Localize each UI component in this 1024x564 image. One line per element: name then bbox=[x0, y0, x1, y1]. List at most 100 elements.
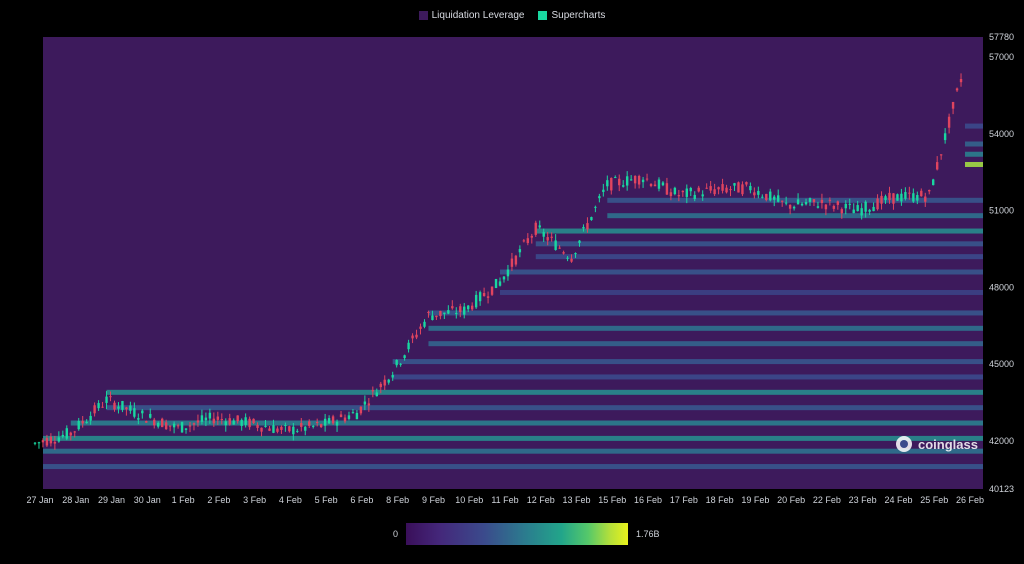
candle-body bbox=[618, 178, 621, 186]
x-tick-label: 1 Feb bbox=[172, 495, 195, 505]
candle-body bbox=[81, 420, 84, 424]
candle-body bbox=[622, 185, 625, 187]
x-tick-label: 17 Feb bbox=[670, 495, 698, 505]
legend-item-liquidation-leverage[interactable]: Liquidation Leverage bbox=[418, 10, 524, 21]
candle-body bbox=[323, 418, 327, 426]
candle-body bbox=[105, 396, 108, 403]
candle-body bbox=[498, 281, 502, 286]
candle-body bbox=[649, 183, 653, 187]
liquidation-band bbox=[428, 341, 983, 347]
candle-body bbox=[510, 258, 514, 267]
candle-body bbox=[614, 177, 617, 179]
candle-body bbox=[180, 422, 184, 433]
liquidation-heatmap-chart: 57780 57000 54000 51000 48000 45000 42000 40123… bbox=[26, 32, 1014, 505]
candle-body bbox=[804, 202, 808, 205]
candle-body bbox=[522, 240, 526, 242]
candle-body bbox=[232, 420, 235, 425]
candle-body bbox=[506, 269, 510, 277]
candle-body bbox=[598, 196, 601, 199]
candle-body bbox=[673, 187, 677, 195]
candle-body bbox=[852, 209, 855, 214]
candle-body bbox=[304, 426, 307, 431]
candle-body bbox=[606, 180, 609, 187]
x-tick-label: 25 Feb bbox=[920, 495, 948, 505]
candle-body bbox=[482, 293, 486, 297]
liquidation-band bbox=[500, 289, 983, 295]
candle-body bbox=[669, 192, 673, 197]
candle-body bbox=[749, 185, 752, 191]
liquidation-band bbox=[500, 269, 983, 275]
candle-body bbox=[351, 412, 355, 414]
candle-body bbox=[252, 418, 255, 424]
candle-body bbox=[836, 201, 840, 205]
candle-body bbox=[753, 192, 756, 196]
candle-body bbox=[725, 187, 728, 193]
candle-body bbox=[951, 102, 955, 109]
candle-body bbox=[347, 415, 351, 419]
candle-body bbox=[268, 428, 271, 431]
candle-body bbox=[912, 193, 915, 202]
x-tick-label: 28 Jan bbox=[62, 495, 89, 505]
candle-body bbox=[300, 423, 303, 427]
chart-legend: Liquidation Leverage Supercharts bbox=[0, 10, 1024, 21]
candle-body bbox=[121, 400, 124, 410]
x-tick-label: 3 Feb bbox=[243, 495, 266, 505]
candle-body bbox=[288, 426, 291, 432]
candle-body bbox=[637, 175, 641, 185]
candle-body bbox=[69, 432, 72, 436]
candle-body bbox=[315, 421, 319, 424]
x-tick-label: 12 Feb bbox=[527, 495, 555, 505]
candle-body bbox=[133, 408, 136, 417]
candle-body bbox=[443, 312, 446, 314]
liquidation-band bbox=[535, 228, 983, 234]
y-tick-label: 45000 bbox=[989, 359, 1014, 369]
candle-body bbox=[264, 425, 267, 428]
candle-body bbox=[85, 422, 88, 424]
candle-body bbox=[447, 310, 450, 314]
candle-body bbox=[534, 222, 537, 235]
candle-body bbox=[856, 205, 859, 212]
candle-body bbox=[594, 206, 597, 208]
candle-body bbox=[117, 406, 120, 409]
candle-body bbox=[602, 189, 605, 192]
colorbar-min-label: 0 bbox=[393, 529, 399, 539]
candle-body bbox=[168, 425, 172, 427]
candle-body bbox=[868, 209, 871, 212]
x-tick-label: 16 Feb bbox=[634, 495, 662, 505]
candle-body bbox=[832, 205, 836, 209]
candle-body bbox=[578, 240, 581, 243]
colorbar: 0 1.76B bbox=[0, 522, 1024, 546]
candle-body bbox=[757, 190, 760, 195]
candle-body bbox=[955, 88, 959, 91]
candle-body bbox=[208, 412, 212, 419]
candle-body bbox=[947, 116, 951, 128]
candle-body bbox=[494, 278, 498, 288]
candle-body bbox=[204, 417, 208, 421]
liquidation-band bbox=[428, 310, 983, 316]
candle-body bbox=[840, 209, 843, 214]
liquidation-band bbox=[43, 448, 983, 454]
colorbar-gradient bbox=[406, 523, 628, 545]
candle-body bbox=[816, 206, 820, 208]
candle-body bbox=[49, 436, 53, 444]
candle-body bbox=[892, 193, 895, 204]
candle-body bbox=[935, 162, 939, 170]
candle-body bbox=[93, 405, 96, 414]
candle-body bbox=[800, 203, 804, 206]
candle-body bbox=[570, 258, 573, 262]
liquidation-band bbox=[392, 374, 983, 380]
candle-body bbox=[872, 206, 875, 212]
y-tick-label: 51000 bbox=[989, 206, 1014, 216]
candle-body bbox=[129, 405, 132, 411]
candle-body bbox=[359, 406, 363, 414]
liquidation-band bbox=[535, 241, 983, 247]
candle-body bbox=[478, 292, 482, 302]
candle-body bbox=[101, 406, 104, 408]
candle-body bbox=[391, 374, 394, 378]
candle-body bbox=[780, 200, 784, 202]
candle-body bbox=[97, 403, 100, 409]
candle-body bbox=[943, 133, 947, 141]
candle-body bbox=[172, 423, 176, 428]
legend-item-supercharts[interactable]: Supercharts bbox=[538, 10, 605, 21]
candle-body bbox=[256, 424, 259, 428]
